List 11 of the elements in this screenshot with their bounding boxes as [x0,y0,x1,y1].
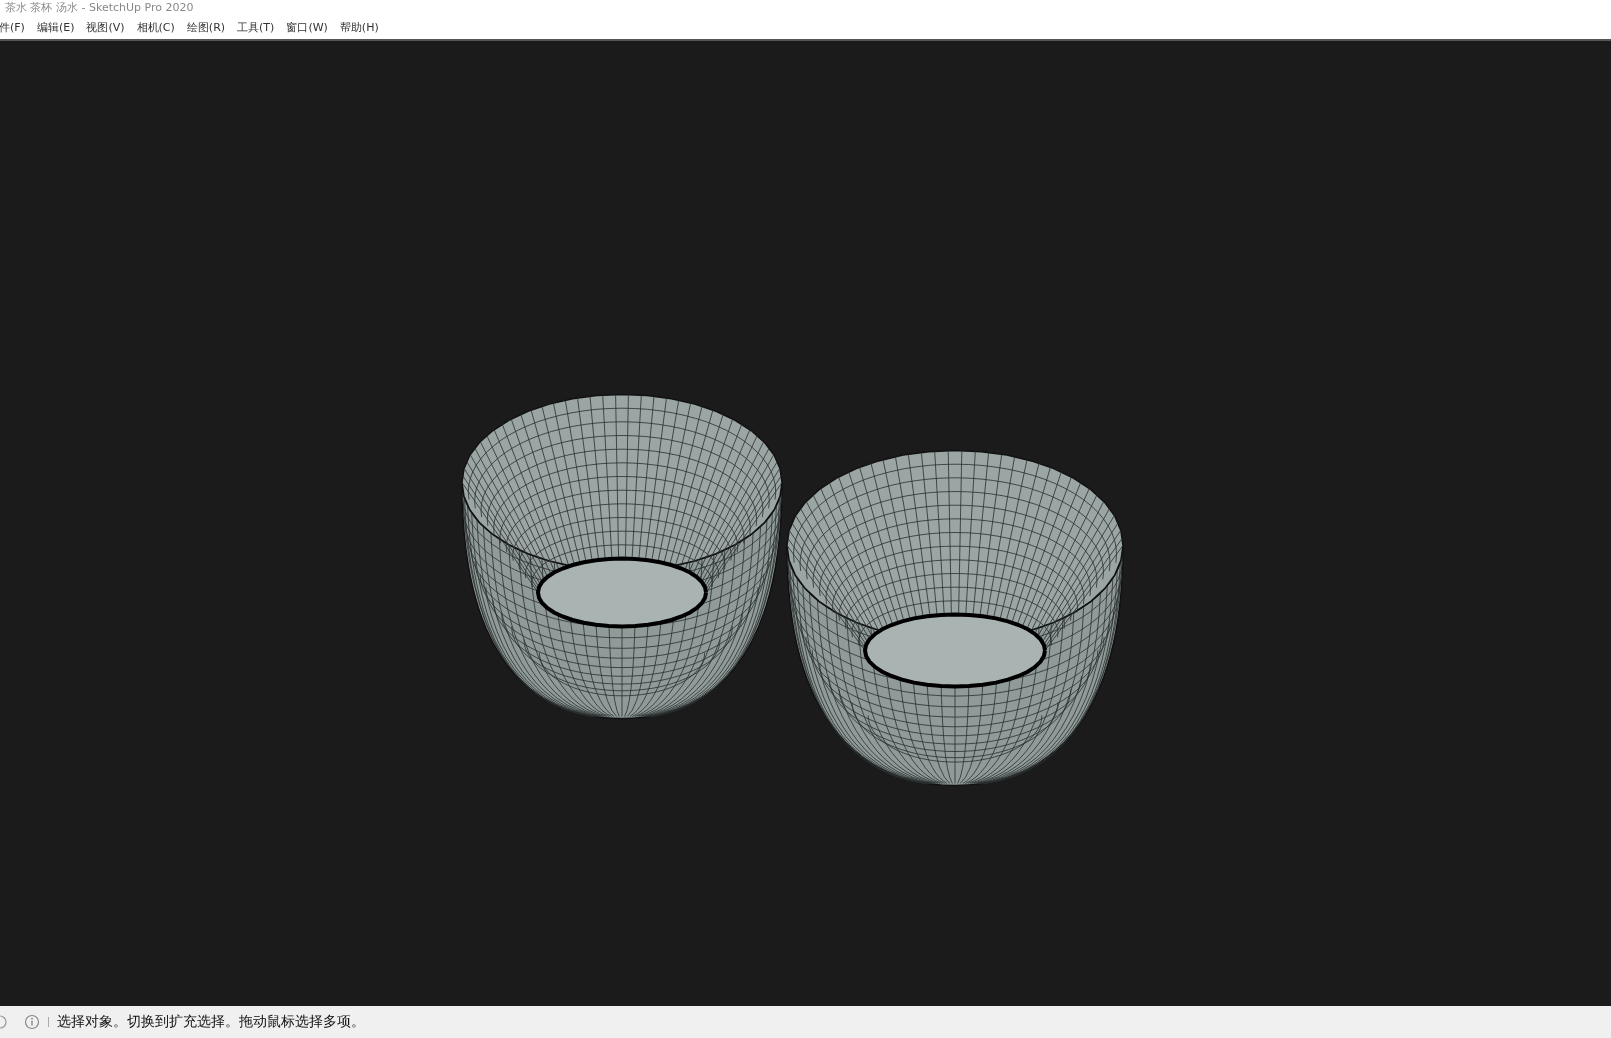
menu-item[interactable]: 绘图(R) [186,19,226,35]
model-viewport[interactable] [0,41,1611,1006]
menu-item[interactable]: 相机(C) [136,19,175,35]
info-icon[interactable] [24,1014,40,1030]
menu-item[interactable]: 窗口(W) [286,19,328,35]
menu-item[interactable]: 编辑(E) [36,19,75,35]
menu-item[interactable]: 帮助(H) [339,19,379,35]
menu-item[interactable]: 视图(V) [86,19,125,35]
window-title: 茶水 茶杯 汤水 - SketchUp Pro 2020 [5,0,194,15]
menu-item[interactable]: 工具(T) [237,19,275,35]
status-message: 选择对象。切换到扩充选择。拖动鼠标选择多项。 [57,1013,365,1031]
